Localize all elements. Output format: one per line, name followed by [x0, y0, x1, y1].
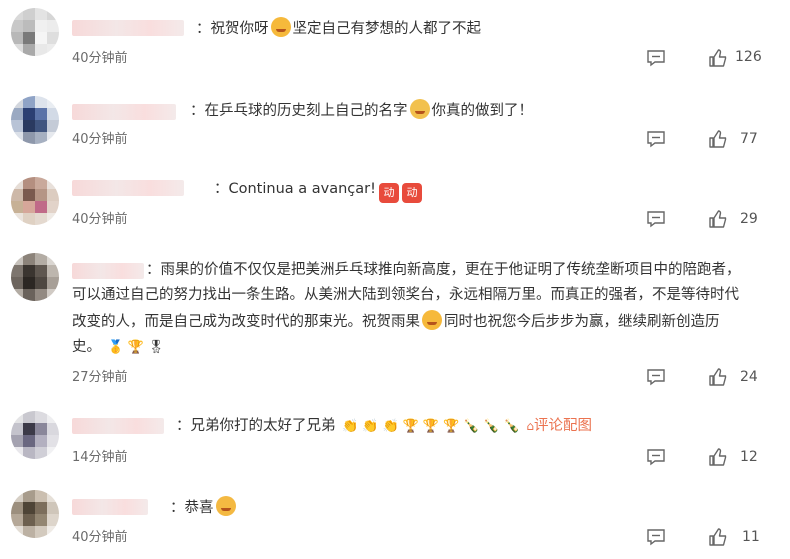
thumbs-up-icon[interactable] — [708, 447, 728, 467]
reply-icon[interactable] — [646, 528, 666, 546]
username-redacted[interactable] — [72, 263, 144, 279]
like-count: 29 — [740, 211, 758, 227]
username-redacted[interactable] — [72, 418, 164, 434]
sticker-icon: 动 — [378, 183, 399, 203]
comment-time: 40分钟前 — [72, 212, 128, 227]
comment-time: 40分钟前 — [72, 51, 128, 66]
medal-icon: 🎖 — [147, 340, 165, 355]
avatar[interactable] — [11, 8, 59, 56]
comment-text: ：恭喜 — [170, 496, 238, 520]
like-count: 77 — [740, 131, 758, 147]
avatar[interactable] — [11, 96, 59, 144]
reply-icon[interactable] — [646, 210, 666, 228]
comment-text: ：在乒乓球的历史刻上自己的名字 你真的做到了！ — [190, 99, 533, 123]
clap-icon: 👏 — [382, 419, 399, 434]
trophy-icon: 🏆 — [443, 419, 460, 434]
clap-icon: 👏 — [342, 419, 359, 434]
crying-emoji-icon — [409, 99, 430, 119]
comment-text-line: 可以通过自己的努力找出一条生路。从美洲大陆到领奖台，永远相隔万里。而真正的强者，… — [72, 287, 739, 303]
champagne-icon: 🍾 — [463, 419, 480, 434]
comment-text-line: 史。 🥇 🏆 🎖 — [72, 336, 167, 359]
trophy-icon: 🏆 — [127, 340, 144, 355]
thumbs-up-icon[interactable] — [708, 527, 728, 547]
like-count: 11 — [742, 529, 760, 545]
sticker-icon: 动 — [401, 183, 422, 203]
trophy-icon: 🏆 — [422, 419, 440, 434]
celebrate-emoji-icon — [422, 310, 442, 330]
comment-image-link[interactable]: 评论配图 — [534, 418, 592, 434]
comment-time: 27分钟前 — [72, 370, 128, 385]
kiss-emoji-icon — [215, 496, 236, 516]
avatar[interactable] — [11, 177, 59, 225]
thumbs-up-icon[interactable] — [708, 129, 728, 149]
comment-time: 40分钟前 — [72, 132, 128, 147]
avatar[interactable] — [11, 490, 59, 538]
reply-icon[interactable] — [646, 448, 666, 466]
image-link-icon[interactable]: ⌂ — [526, 419, 534, 433]
username-redacted[interactable] — [72, 499, 148, 515]
comment-text: ：兄弟你打的太好了兄弟 👏 👏 👏 🏆 🏆 🏆 🍾 🍾 🍾 ⌂评论配图 — [176, 415, 592, 438]
reply-icon[interactable] — [646, 130, 666, 148]
thumbs-up-icon[interactable] — [708, 367, 728, 387]
avatar[interactable] — [11, 253, 59, 301]
like-count: 24 — [740, 369, 758, 385]
kiss-emoji-icon — [270, 17, 291, 37]
like-count: 12 — [740, 449, 758, 465]
comment-text-line: 改变的人，而是自己成为改变时代的那束光。祝贺雨果 同时也祝您今后步步为赢，继续刷新… — [72, 310, 720, 334]
reply-icon[interactable] — [646, 49, 666, 67]
username-redacted[interactable] — [72, 20, 184, 36]
champagne-icon: 🍾 — [503, 419, 520, 434]
comment-time: 40分钟前 — [72, 530, 128, 545]
username-redacted[interactable] — [72, 104, 176, 120]
medal-icon: 🥇 — [107, 340, 124, 355]
like-count: 126 — [735, 49, 762, 65]
comment-text: ：Continua a avançar! 动动 — [214, 178, 422, 203]
trophy-icon: 🏆 — [402, 419, 419, 434]
thumbs-up-icon[interactable] — [708, 209, 728, 229]
clap-icon: 👏 — [362, 419, 379, 434]
thumbs-up-icon[interactable] — [708, 48, 728, 68]
reply-icon[interactable] — [646, 368, 666, 386]
champagne-icon: 🍾 — [483, 419, 500, 434]
comment-text: ：祝贺你呀 坚定自己有梦想的人都了不起 — [196, 17, 481, 41]
avatar[interactable] — [11, 411, 59, 459]
comment-time: 14分钟前 — [72, 450, 128, 465]
username-redacted[interactable] — [72, 180, 184, 196]
comment-text-line: ：雨果的价值不仅仅是把美洲乒乓球推向新高度，更在于他证明了传统垄断项目中的陪跑者… — [146, 262, 741, 278]
